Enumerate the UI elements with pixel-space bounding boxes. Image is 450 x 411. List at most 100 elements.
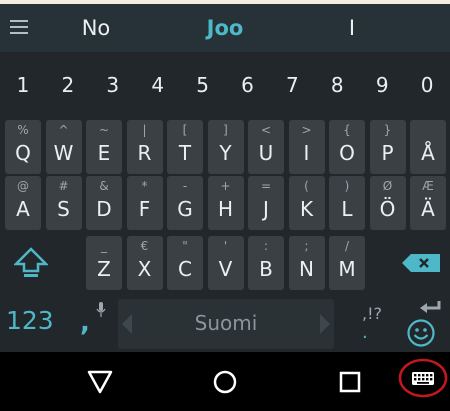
letter-key[interactable]: | R (126, 120, 163, 174)
key-label: Z (97, 257, 111, 281)
key-hint: [ (182, 123, 188, 137)
letter-key[interactable]: ØÖ (369, 176, 406, 230)
suggestion-right[interactable]: I (292, 4, 412, 52)
number-key[interactable]: 2 (46, 59, 90, 111)
key-label: Q (15, 141, 31, 165)
microphone-icon (96, 302, 106, 317)
key-label: F (138, 197, 151, 221)
key-hint: / (344, 239, 350, 253)
letter-key[interactable]: < U (248, 120, 284, 174)
letter-key[interactable]: + H (207, 176, 244, 230)
letter-key[interactable]: * F (126, 176, 163, 230)
key-label: R (137, 141, 152, 165)
key-hint: < (260, 123, 272, 137)
suggestion-left[interactable]: No (36, 4, 156, 52)
key-label: T (178, 141, 192, 165)
letter-key[interactable]: % Q (5, 120, 41, 174)
comma-key[interactable]: , (80, 308, 90, 338)
key-label: Å (421, 141, 435, 165)
space-bar[interactable]: Suomi (118, 299, 334, 349)
backspace-icon[interactable] (402, 254, 440, 272)
key-hint: - (182, 179, 188, 193)
number-key[interactable]: 9 (360, 59, 404, 111)
letter-key[interactable]: ) L (329, 176, 365, 230)
key-label: Ä (421, 197, 435, 221)
number-key[interactable]: 8 (315, 59, 359, 111)
key-hint: & (99, 179, 109, 193)
key-label: A (16, 197, 30, 221)
key-label: I (303, 141, 310, 165)
key-hint: ' (223, 239, 228, 253)
nav-back-icon[interactable] (86, 368, 114, 396)
number-key[interactable]: 3 (91, 59, 135, 111)
key-label: D (96, 197, 112, 221)
key-label: B (259, 257, 273, 281)
key-label: L (341, 197, 353, 221)
letter-key[interactable]: _ Z (86, 236, 122, 290)
letter-key[interactable]: ] Y (207, 120, 244, 174)
key-hint: = (260, 179, 272, 193)
letter-key[interactable]: Å (410, 120, 446, 174)
letter-key[interactable]: # S (45, 176, 82, 230)
number-key[interactable]: 5 (181, 59, 225, 111)
shift-icon[interactable] (14, 247, 48, 279)
key-hint: Ø (382, 179, 393, 193)
number-key[interactable]: 0 (405, 59, 449, 111)
letter-key[interactable]: " C (167, 236, 203, 290)
letter-key[interactable]: (K (288, 176, 325, 230)
letter-key[interactable]: / M (329, 236, 365, 290)
menu-icon[interactable] (10, 20, 28, 34)
key-label: J (263, 197, 269, 221)
letter-key[interactable]: :B (248, 236, 284, 290)
key-hint: € (140, 239, 149, 253)
suggestion-center[interactable]: Joo (165, 4, 285, 52)
number-key[interactable]: 4 (136, 59, 180, 111)
letter-key[interactable]: € X (126, 236, 163, 290)
key-hint: ) (344, 179, 350, 193)
key-label: V (218, 257, 233, 281)
letter-key[interactable]: ' V (207, 236, 244, 290)
letter-key[interactable]: -G (167, 176, 203, 230)
letter-key[interactable]: & D (86, 176, 122, 230)
key-hint: { (343, 123, 351, 137)
key-label: M (338, 257, 356, 281)
key-hint: ] (223, 123, 228, 137)
letter-key[interactable]: > I (288, 120, 325, 174)
emoji-icon[interactable] (406, 318, 436, 348)
key-label: U (258, 141, 274, 165)
number-row: 1234567890 (0, 59, 450, 111)
key-hint: > (301, 123, 312, 137)
key-label: S (57, 197, 70, 221)
letter-key[interactable]: @ A (5, 176, 41, 230)
key-hint: # (58, 179, 69, 193)
key-hint: ; (304, 239, 309, 253)
number-key[interactable]: 1 (1, 59, 45, 111)
key-label: X (137, 257, 152, 281)
letter-key[interactable]: [T (167, 120, 203, 174)
key-label: K (299, 197, 314, 221)
number-key[interactable]: 7 (270, 59, 314, 111)
punctuation-hint: ,!? (362, 304, 382, 323)
letter-key[interactable]: ÆÄ (410, 176, 446, 230)
period-key[interactable]: . (362, 322, 368, 343)
keyboard-switch-icon[interactable] (397, 356, 449, 400)
key-label: C (178, 257, 192, 281)
letter-key[interactable]: ~ E (86, 120, 122, 174)
letter-key[interactable]: {O (329, 120, 365, 174)
key-label: P (381, 141, 394, 165)
key-hint: % (17, 123, 29, 137)
navigation-bar (0, 352, 450, 411)
letter-key[interactable]: = J (248, 176, 284, 230)
number-key[interactable]: 6 (226, 59, 270, 111)
key-hint: Æ (422, 179, 434, 193)
symbols-key[interactable]: 123 (6, 306, 54, 335)
key-label: Y (219, 141, 232, 165)
keyboard: No Joo I 1234567890 % Q ^ W ~ E | R[T] Y < U > I{O} P… (0, 4, 450, 352)
key-label: Ö (379, 197, 396, 221)
letter-key[interactable]: ; N (288, 236, 325, 290)
nav-home-icon[interactable] (211, 368, 239, 396)
letter-key[interactable]: } P (369, 120, 406, 174)
letter-key[interactable]: ^ W (45, 120, 82, 174)
key-hint: ( (304, 179, 309, 193)
nav-recents-icon[interactable] (336, 368, 364, 396)
